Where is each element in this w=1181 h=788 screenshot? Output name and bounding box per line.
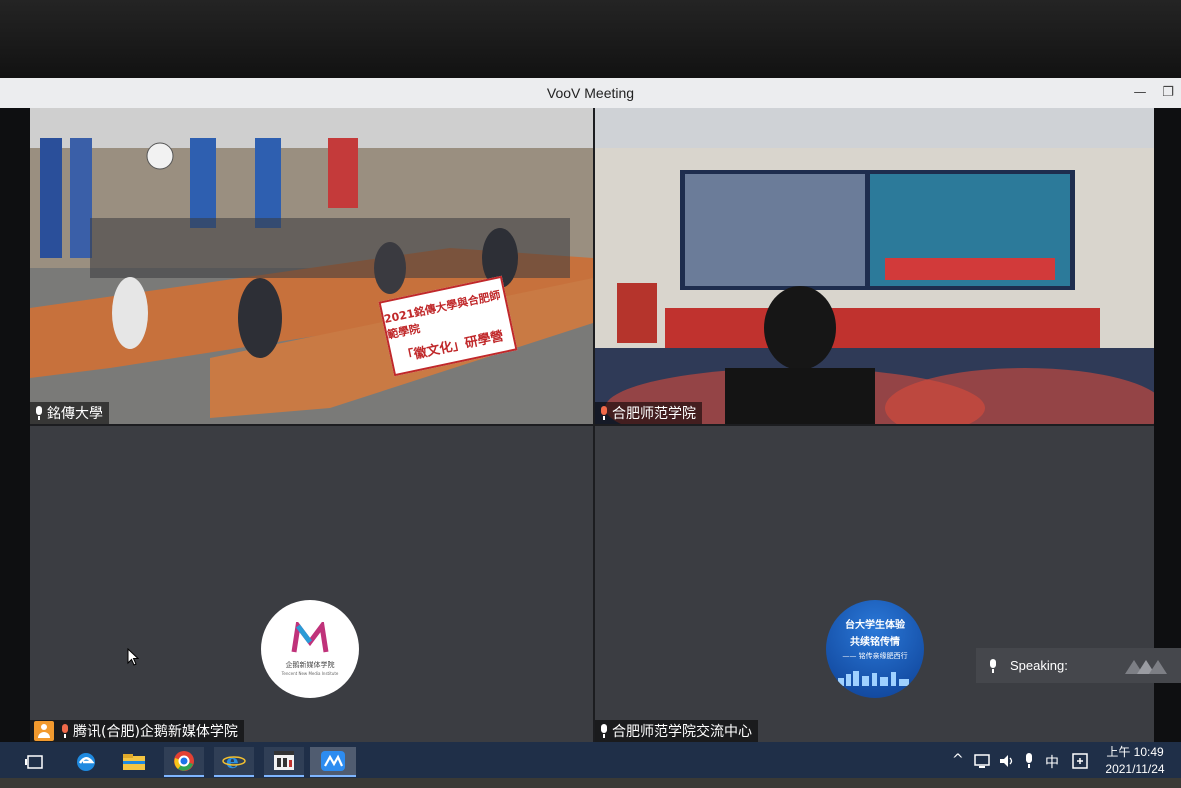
volume-icon[interactable] xyxy=(998,753,1016,769)
mouse-cursor-icon xyxy=(127,648,139,666)
ime-mode-icon[interactable] xyxy=(1071,752,1089,770)
participant-name: 銘傳大學 xyxy=(47,406,103,422)
mic-active-icon xyxy=(599,406,609,420)
ie-icon[interactable]: e xyxy=(214,747,254,777)
tencent-media-logo-icon xyxy=(291,622,329,653)
speaking-indicator: Speaking: xyxy=(976,648,1181,683)
mic-icon xyxy=(599,724,609,738)
avatar-caption: 企鹅新媒体学院 xyxy=(285,661,335,669)
voov-window: VooV Meeting — ❐ 2021銘傳大學與合肥師範學院 「徽文化」研學… xyxy=(0,78,1181,742)
participant-name-tag: 合肥师范学院交流中心 xyxy=(595,720,758,742)
monitor-bezel-bottom xyxy=(0,778,1181,788)
edge-icon[interactable] xyxy=(66,747,106,777)
network-icon[interactable] xyxy=(974,753,992,769)
classroom-video-frame xyxy=(30,108,593,424)
participant-name: 合肥师范学院 xyxy=(612,406,696,422)
host-icon xyxy=(34,721,54,741)
mic-active-icon xyxy=(60,724,70,738)
mic-icon xyxy=(34,406,44,420)
voov-icon[interactable] xyxy=(310,747,356,777)
participant-name-tag: 銘傳大學 xyxy=(30,402,109,424)
microphone-tray-icon[interactable] xyxy=(1022,752,1036,770)
svg-text:e: e xyxy=(226,750,239,772)
left-margin xyxy=(0,108,30,742)
right-margin xyxy=(1154,108,1181,742)
window-title: VooV Meeting xyxy=(546,85,635,101)
title-bar: VooV Meeting — ❐ xyxy=(0,78,1181,108)
task-view-icon[interactable] xyxy=(15,747,55,777)
avatar-line-3: —— 铭传亲缘肥西行 xyxy=(842,652,908,660)
mic-icon xyxy=(988,658,998,673)
clock-time: 上午 10:49 xyxy=(1106,745,1164,759)
video-tile-mingchuan[interactable]: 2021銘傳大學與合肥師範學院 「徽文化」研學營 銘傳大學 xyxy=(30,108,593,424)
taskbar: e ^ 中 上午 10:49 2021/11/24 xyxy=(0,742,1181,780)
avatar-line-2: 共续铭传情 xyxy=(850,637,900,648)
voov-logo-icon xyxy=(1125,660,1167,674)
participant-avatar: 台大学生体验 共续铭传情 —— 铭传亲缘肥西行 xyxy=(826,600,924,698)
video-tile-hefei-normal[interactable]: 合肥师范学院 xyxy=(595,108,1154,424)
auditorium-video-frame xyxy=(595,108,1154,424)
avatar-line-1: 台大学生体验 xyxy=(845,620,905,631)
monitor-bezel-top xyxy=(0,0,1181,78)
video-app-icon[interactable] xyxy=(264,747,304,777)
participant-name: 合肥师范学院交流中心 xyxy=(612,724,752,740)
ime-indicator[interactable]: 中 xyxy=(1045,752,1059,772)
file-explorer-icon[interactable] xyxy=(114,747,154,777)
participant-name-tag: 腾讯(合肥)企鹅新媒体学院 xyxy=(30,720,244,742)
clock-date: 2021/11/24 xyxy=(1105,762,1165,776)
chrome-icon[interactable] xyxy=(164,747,204,777)
taskbar-clock[interactable]: 上午 10:49 2021/11/24 xyxy=(1100,744,1170,778)
maximize-button[interactable]: ❐ xyxy=(1160,85,1176,101)
participant-avatar: 企鹅新媒体学院 Tencent New Media Institute xyxy=(261,600,359,698)
tray-chevron-icon[interactable]: ^ xyxy=(952,752,964,768)
avatar-subcaption: Tencent New Media Institute xyxy=(281,671,339,676)
participant-name-tag: 合肥师范学院 xyxy=(595,402,702,424)
avatar-tile-exchange-center[interactable]: 台大学生体验 共续铭传情 —— 铭传亲缘肥西行 合肥师范学院交流中心 xyxy=(595,426,1154,742)
speaking-label: Speaking: xyxy=(1010,658,1068,673)
minimize-button[interactable]: — xyxy=(1132,85,1148,101)
avatar-tile-tencent[interactable]: 企鹅新媒体学院 Tencent New Media Institute 腾讯(合… xyxy=(30,426,593,742)
skyline-icon xyxy=(838,671,909,686)
participant-name: 腾讯(合肥)企鹅新媒体学院 xyxy=(73,724,238,740)
